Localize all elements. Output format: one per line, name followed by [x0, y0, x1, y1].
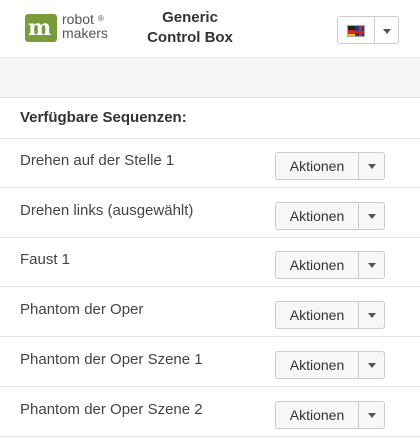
- chevron-down-icon: [383, 29, 391, 34]
- language-dropdown-button[interactable]: [337, 16, 399, 44]
- sequence-row: Phantom der Oper Szene 2 Aktionen: [0, 388, 420, 437]
- logo-text: robot ® makers: [62, 11, 108, 41]
- chevron-down-icon: [368, 263, 376, 268]
- actions-label: Aktionen: [289, 307, 345, 323]
- sequence-name: Drehen auf der Stelle 1: [20, 152, 175, 169]
- sequence-row: Faust 1 Aktionen: [0, 238, 420, 287]
- chevron-down-icon: [368, 313, 376, 318]
- chevron-down-icon: [368, 214, 376, 219]
- actions-dropdown-button[interactable]: Aktionen: [275, 251, 385, 279]
- actions-dropdown-button[interactable]: Aktionen: [275, 401, 385, 429]
- sequences-heading: Verfügbare Sequenzen:: [20, 109, 187, 126]
- actions-label: Aktionen: [289, 257, 345, 273]
- sequence-row: Drehen auf der Stelle 1 Aktionen: [0, 139, 420, 188]
- actions-dropdown-button[interactable]: Aktionen: [275, 202, 385, 230]
- chevron-down-icon: [368, 413, 376, 418]
- sequence-row: Phantom der Oper Aktionen: [0, 288, 420, 337]
- actions-dropdown-button[interactable]: Aktionen: [275, 351, 385, 379]
- sequence-name: Drehen links (ausgewählt): [20, 202, 194, 219]
- app-header: m robot ® makers Generic Control Box: [0, 0, 420, 58]
- actions-dropdown-button[interactable]: Aktionen: [275, 152, 385, 180]
- sequence-name: Phantom der Oper: [20, 301, 144, 318]
- chevron-down-icon: [368, 164, 376, 169]
- sequence-name: Faust 1: [20, 251, 71, 268]
- actions-label: Aktionen: [289, 158, 345, 174]
- app-title-line2: Control Box: [147, 29, 233, 46]
- actions-label: Aktionen: [289, 357, 345, 373]
- sequence-row: Phantom der Oper Szene 1 Aktionen: [0, 338, 420, 387]
- actions-label: Aktionen: [289, 407, 345, 423]
- language-flag-icon: [347, 25, 365, 37]
- sequence-row: Drehen links (ausgewählt) Aktionen: [0, 189, 420, 238]
- app-title-line1: Generic: [162, 9, 218, 26]
- sequence-name: Phantom der Oper Szene 1: [20, 351, 203, 368]
- robotmakers-logo[interactable]: m robot ® makers: [25, 12, 123, 46]
- logo-mark-icon: m: [25, 14, 57, 42]
- chevron-down-icon: [368, 363, 376, 368]
- actions-label: Aktionen: [289, 208, 345, 224]
- actions-dropdown-button[interactable]: Aktionen: [275, 301, 385, 329]
- toolbar-band: [0, 58, 420, 98]
- app-title: Generic Control Box: [140, 8, 240, 48]
- sequence-name: Phantom der Oper Szene 2: [20, 401, 203, 418]
